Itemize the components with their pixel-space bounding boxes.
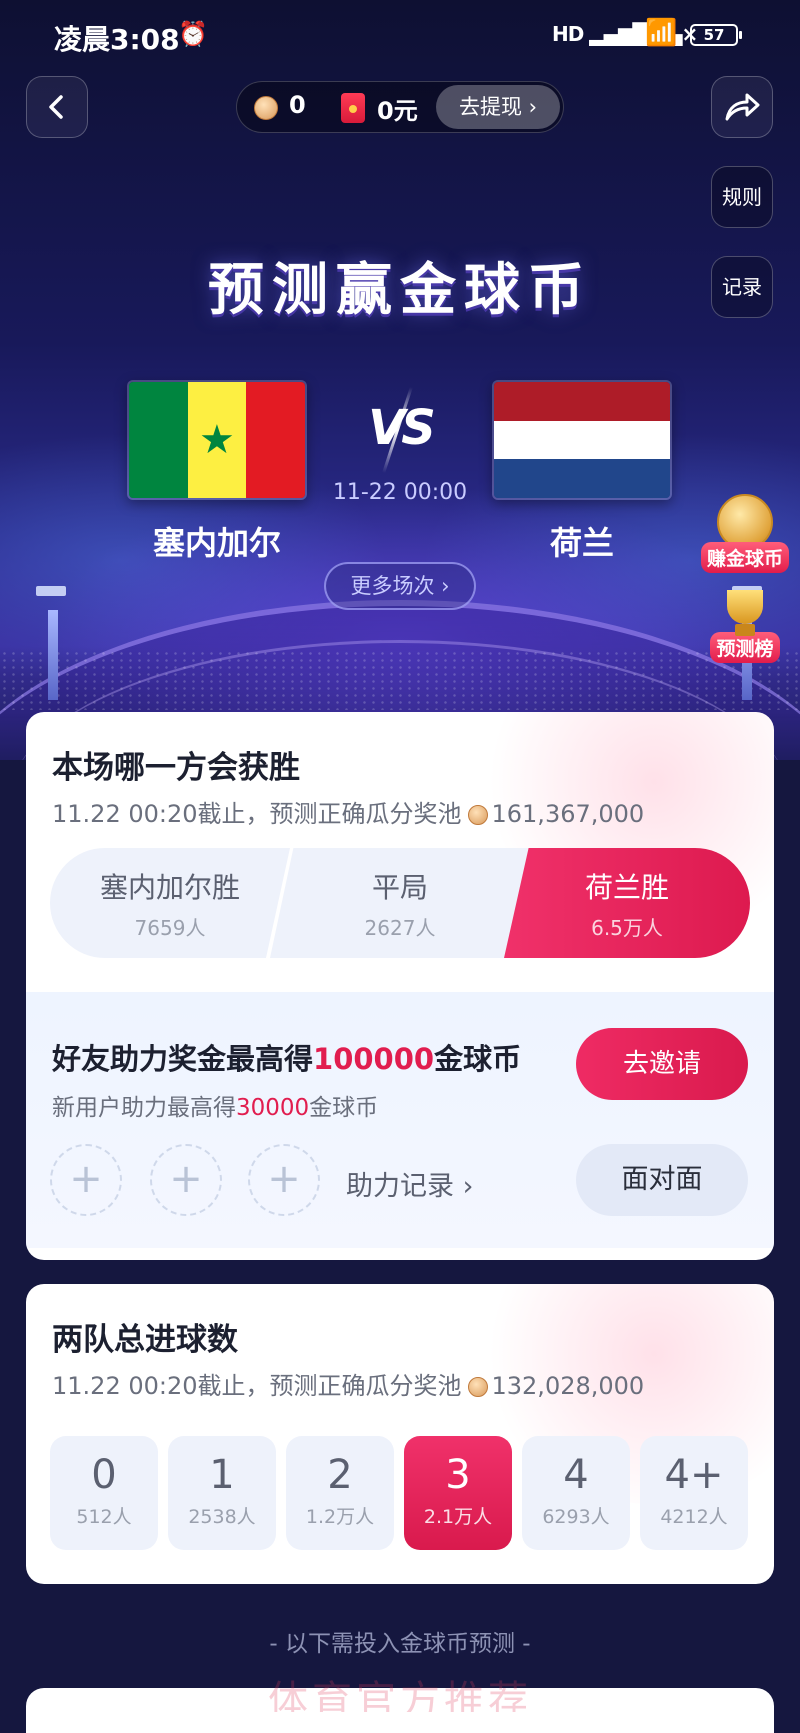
more-matches-button[interactable]: 更多场次 › — [324, 562, 476, 610]
alarm-icon: ⏰ — [178, 20, 208, 48]
helper-slot-add[interactable]: + — [248, 1144, 320, 1216]
option-count: 6.5万人 — [591, 916, 663, 940]
wallet-bar: 0 0元 去提现 › — [236, 81, 564, 133]
withdraw-button[interactable]: 去提现 › — [436, 85, 560, 129]
earn-coins-badge[interactable]: 赚金球币 — [690, 494, 800, 573]
goals-pool: 132,028,000 — [491, 1372, 645, 1400]
option-label: 荷兰胜 — [584, 871, 669, 904]
goals-card-title: 两队总进球数 — [52, 1322, 238, 1358]
friend-help-section: 好友助力奖金最高得100000金球币 新用户助力最高得30000金球币 去邀请 … — [26, 992, 774, 1248]
option-draw[interactable]: 平局 2627人 — [270, 848, 530, 958]
invite-button[interactable]: 去邀请 — [576, 1028, 748, 1100]
plus-icon: + — [69, 1156, 103, 1202]
stadium-light — [36, 586, 66, 596]
goal-number: 0 — [91, 1452, 117, 1498]
status-bar: 凌晨3:08 ⏰ HD ▂▄▆█ ▂▄× 📶 57 — [0, 0, 800, 70]
winner-card-deadline: 11.22 00:20截止，预测正确瓜分奖池 161,367,000 — [52, 800, 645, 828]
winner-card-title: 本场哪一方会获胜 — [52, 750, 300, 786]
gold-coin-icon — [254, 96, 278, 120]
goal-option-4[interactable]: 4 6293人 — [522, 1436, 630, 1550]
option-label: 平局 — [371, 871, 428, 904]
status-time: 凌晨3:08 — [54, 23, 180, 56]
battery-icon: 57 — [690, 24, 742, 46]
prediction-rank-badge[interactable]: 预测榜 — [690, 590, 800, 663]
goal-option-0[interactable]: 0 512人 — [50, 1436, 158, 1550]
goal-number: 3 — [445, 1452, 471, 1498]
help-record-link[interactable]: 助力记录 › — [346, 1164, 473, 1203]
goal-count: 6293人 — [542, 1506, 610, 1528]
cash-balance: 0元 — [377, 97, 418, 125]
page-title: 预测赢金球币 — [208, 258, 592, 323]
winner-pool: 161,367,000 — [491, 800, 645, 828]
netherlands-flag — [492, 380, 672, 500]
trophy-icon — [719, 590, 771, 638]
goal-option-2[interactable]: 2 1.2万人 — [286, 1436, 394, 1550]
goal-option-3[interactable]: 3 2.1万人 — [404, 1436, 512, 1550]
goal-number: 2 — [327, 1452, 353, 1498]
gold-coin-icon — [467, 805, 488, 825]
option-count: 2627人 — [364, 916, 436, 940]
back-arrow-icon — [49, 95, 63, 119]
goal-count: 1.2万人 — [305, 1506, 375, 1528]
option-count: 7659人 — [134, 916, 206, 940]
stadium-crowd — [0, 650, 800, 710]
helper-subtitle: 新用户助力最高得30000金球币 — [52, 1095, 379, 1121]
red-packet-icon — [341, 93, 365, 123]
plus-icon: + — [267, 1156, 301, 1202]
share-icon — [725, 93, 760, 121]
light-pole — [48, 610, 58, 700]
goal-number: 4+ — [664, 1452, 724, 1498]
wifi-icon: 📶 — [645, 18, 678, 48]
goal-count: 2.1万人 — [423, 1506, 493, 1528]
gold-coin-icon — [467, 1377, 488, 1397]
star-icon: ★ — [199, 417, 235, 463]
total-goals-card: 两队总进球数 11.22 00:20截止，预测正确瓜分奖池 132,028,000… — [26, 1284, 774, 1584]
helper-title: 好友助力奖金最高得100000金球币 — [52, 1042, 522, 1076]
earn-coins-label: 赚金球币 — [700, 542, 789, 573]
goal-number: 4 — [563, 1452, 589, 1498]
home-indicator[interactable] — [253, 1712, 547, 1720]
away-team-name: 荷兰 — [549, 524, 614, 562]
helper-slot-add[interactable]: + — [150, 1144, 222, 1216]
goal-number: 1 — [209, 1452, 235, 1498]
goal-option-4plus[interactable]: 4+ 4212人 — [640, 1436, 748, 1550]
back-button[interactable] — [26, 76, 88, 138]
home-team-name: 塞内加尔 — [152, 524, 281, 562]
goal-option-1[interactable]: 1 2538人 — [168, 1436, 276, 1550]
plus-icon: + — [169, 1156, 203, 1202]
senegal-flag: ★ — [127, 380, 307, 500]
coin-balance: 0 — [289, 91, 306, 119]
winner-prediction-card: 本场哪一方会获胜 11.22 00:20截止，预测正确瓜分奖池 161,367,0… — [26, 712, 774, 1260]
coin-prediction-note: - 以下需投入金球币预测 - — [269, 1631, 531, 1657]
goal-count: 4212人 — [660, 1506, 728, 1528]
goal-count: 512人 — [76, 1506, 132, 1528]
option-away-win[interactable]: 荷兰胜 6.5万人 — [504, 848, 750, 958]
face-to-face-button[interactable]: 面对面 — [576, 1144, 748, 1216]
match-time: 11-22 00:00 — [332, 480, 468, 505]
helper-slot-add[interactable]: + — [50, 1144, 122, 1216]
share-button[interactable] — [711, 76, 773, 138]
goal-count: 2538人 — [188, 1506, 256, 1528]
vs-label: VS — [368, 400, 436, 456]
option-home-win[interactable]: 塞内加尔胜 7659人 — [50, 848, 290, 958]
rules-button[interactable]: 规则 — [711, 166, 773, 228]
goals-card-deadline: 11.22 00:20截止，预测正确瓜分奖池 132,028,000 — [52, 1372, 645, 1400]
option-label: 塞内加尔胜 — [99, 871, 240, 904]
